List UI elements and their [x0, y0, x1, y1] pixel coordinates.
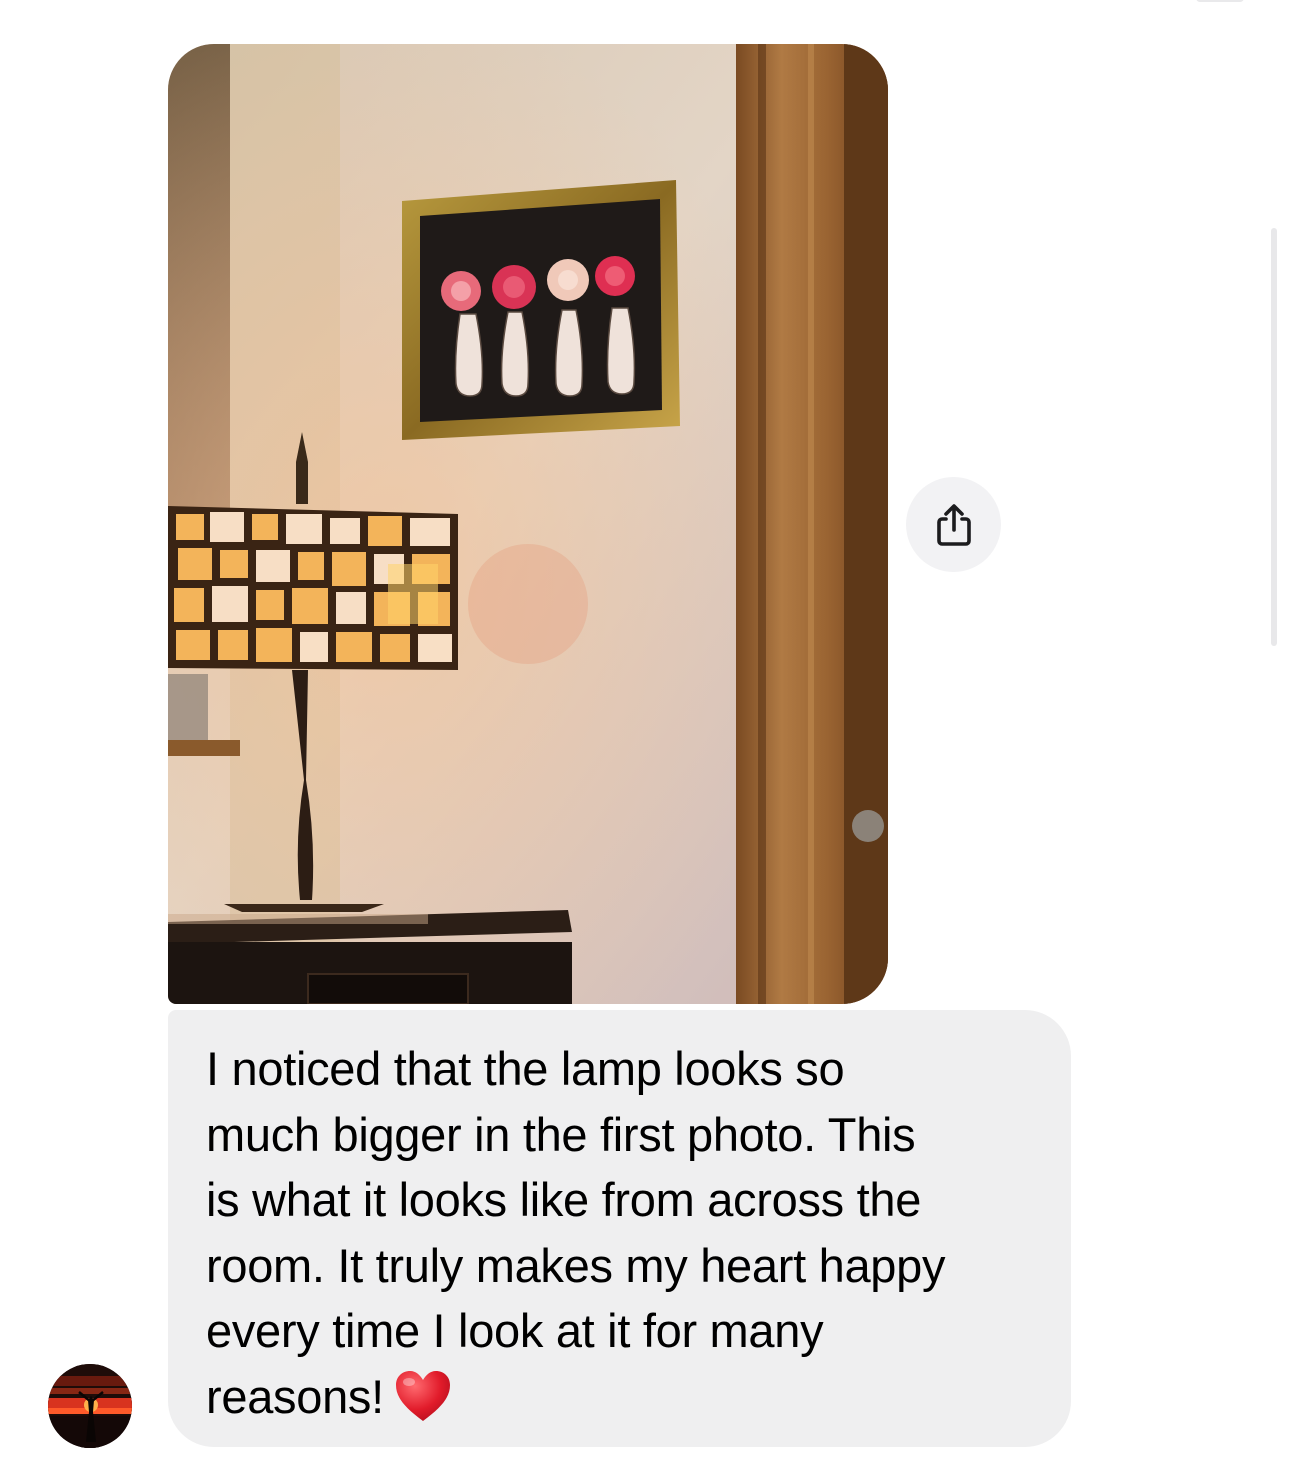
- message-last-line: reasons!: [206, 1364, 1031, 1430]
- message-line: I noticed that the lamp looks so: [206, 1042, 845, 1095]
- sender-avatar[interactable]: [48, 1364, 132, 1448]
- message-line: every time I look at it for many: [206, 1304, 824, 1358]
- message-line: reasons!: [206, 1369, 384, 1423]
- avatar-sunset-silhouette: [48, 1364, 132, 1448]
- share-icon: [936, 503, 971, 546]
- red-heart-icon: [395, 1370, 450, 1421]
- message-line: is what it looks like from across the: [206, 1173, 922, 1227]
- message-line: room. It truly makes my heart happy: [206, 1238, 946, 1292]
- message-line: much bigger in the first photo. This: [206, 1107, 916, 1161]
- share-button[interactable]: [906, 477, 1001, 572]
- photo-attachment[interactable]: [168, 44, 888, 1004]
- previous-message-edge: [1196, 0, 1244, 2]
- incoming-message-bubble[interactable]: I noticed that the lamp looks so much bi…: [168, 1010, 1071, 1447]
- lamp-room-photo: [168, 44, 888, 1004]
- scroll-indicator[interactable]: [1271, 228, 1277, 646]
